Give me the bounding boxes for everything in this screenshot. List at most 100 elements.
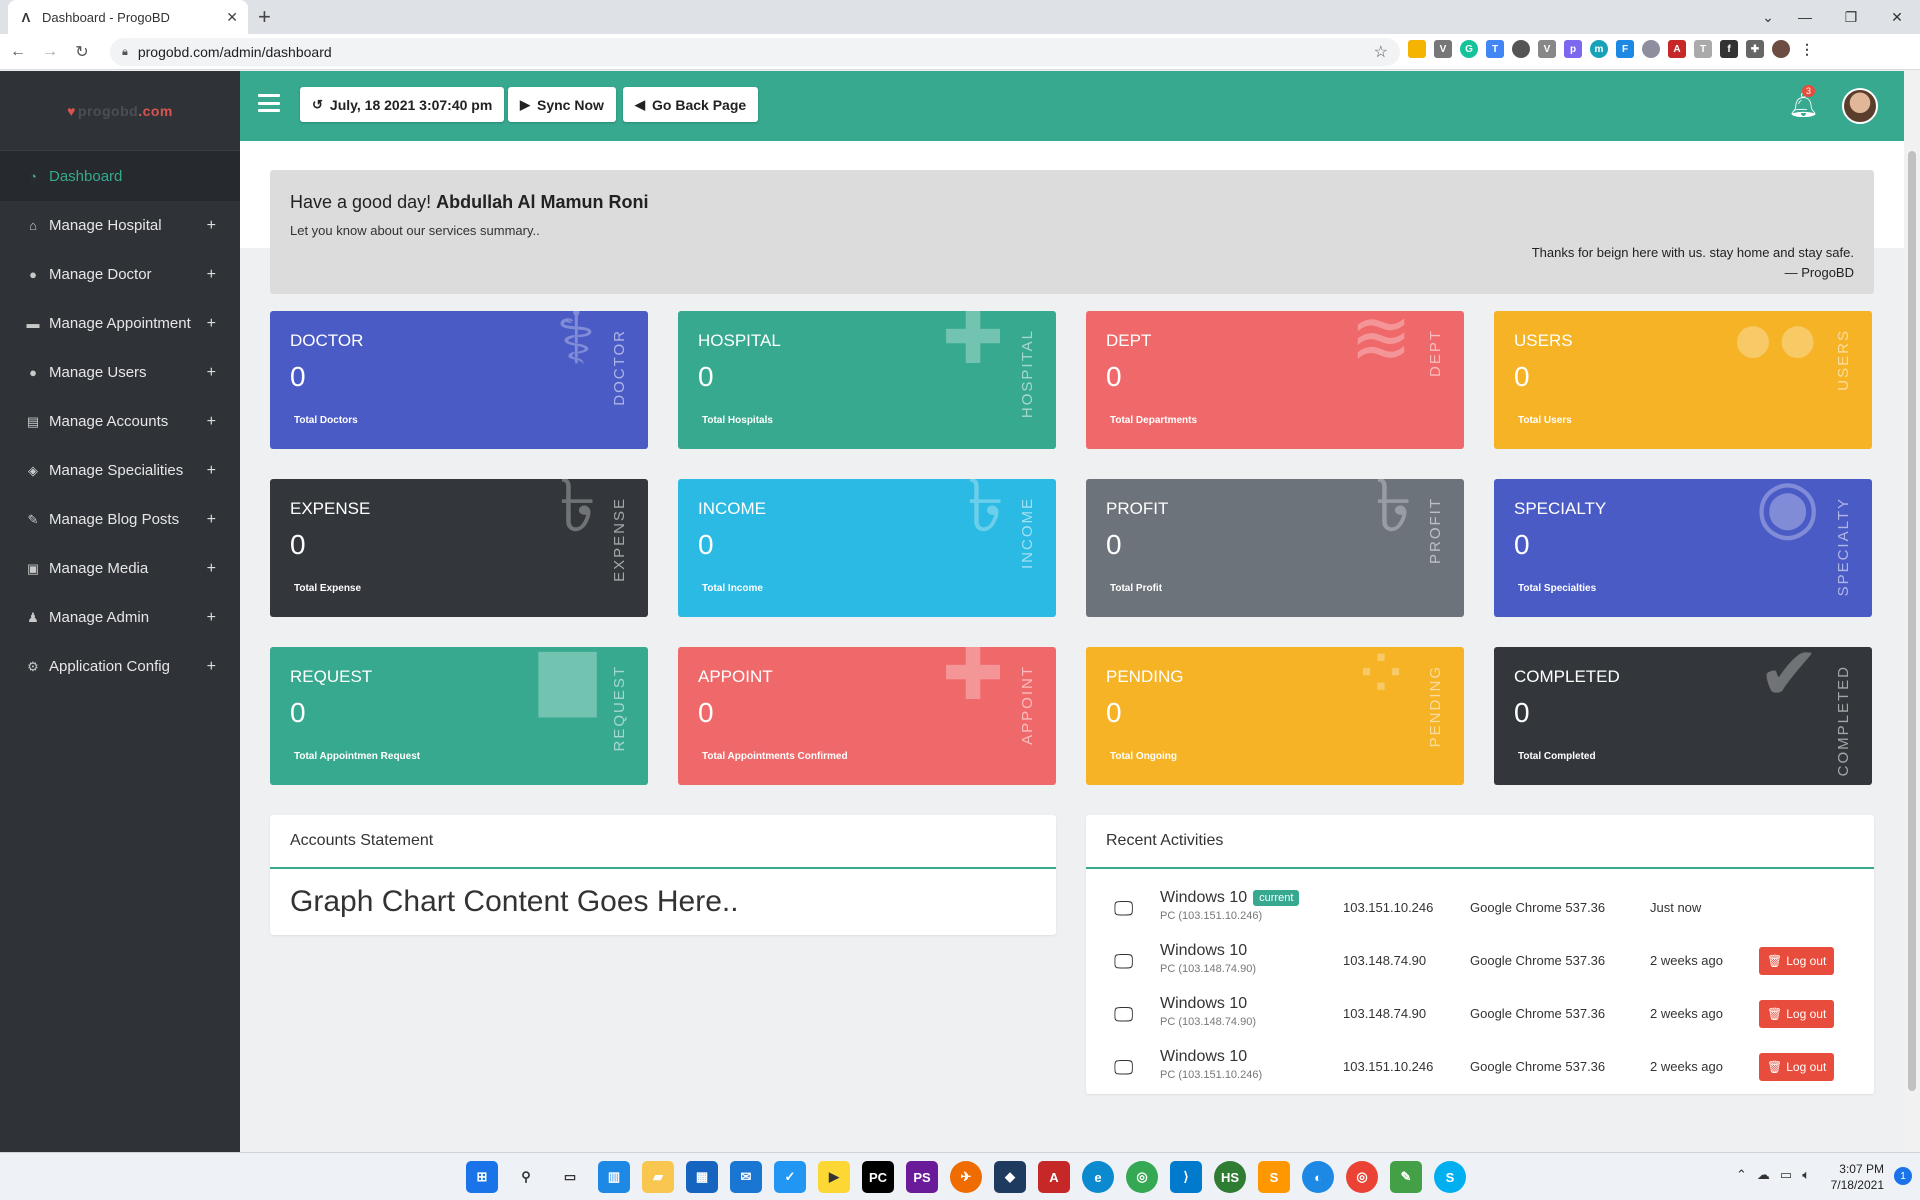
bookmark-star-icon[interactable]: ☆: [1374, 42, 1388, 62]
file-explorer-icon[interactable]: ▰: [642, 1161, 674, 1193]
page-scrollbar[interactable]: [1904, 71, 1920, 1152]
stat-card-appoint[interactable]: ✚ APPOINT 0 Total Appointments Confirmed…: [678, 647, 1056, 785]
expand-plus-icon[interactable]: +: [207, 560, 216, 578]
stat-card-doctor[interactable]: ⚕ DOCTOR 0 Total Doctors DOCTOR: [270, 311, 648, 449]
extension-icon[interactable]: V: [1538, 40, 1556, 58]
edge-icon[interactable]: e: [1082, 1161, 1114, 1193]
sidebar-item-manage-media[interactable]: ▣ Manage Media +: [0, 544, 240, 593]
notepad-icon[interactable]: ✎: [1390, 1161, 1422, 1193]
widgets-icon[interactable]: ▥: [598, 1161, 630, 1193]
extension-icon[interactable]: A: [1668, 40, 1686, 58]
sidebar-item-dashboard[interactable]: ◔ Dashboard: [0, 151, 240, 201]
profile-icon[interactable]: [1772, 40, 1790, 58]
expand-plus-icon[interactable]: +: [207, 511, 216, 529]
mysql-icon[interactable]: ◆: [994, 1161, 1026, 1193]
stat-card-specialty[interactable]: ◉ SPECIALTY 0 Total Specialties SPECIALT…: [1494, 479, 1872, 617]
puzzle-icon[interactable]: ✚: [1746, 40, 1764, 58]
sidebar-item-manage-specialities[interactable]: ◈ Manage Specialities +: [0, 446, 240, 495]
reload-icon[interactable]: ↻: [68, 42, 96, 62]
sidebar-item-manage-blog-posts[interactable]: ✎ Manage Blog Posts +: [0, 495, 240, 544]
new-tab-button[interactable]: +: [258, 4, 271, 30]
avatar[interactable]: [1842, 88, 1878, 124]
stat-card-request[interactable]: ▆ REQUEST 0 Total Appointmen Request REQ…: [270, 647, 648, 785]
expand-plus-icon[interactable]: +: [207, 658, 216, 676]
acrobat-icon[interactable]: A: [1038, 1161, 1070, 1193]
stat-card-pending[interactable]: ⁘ PENDING 0 Total Ongoing PENDING: [1086, 647, 1464, 785]
stat-card-hospital[interactable]: ✚ HOSPITAL 0 Total Hospitals HOSPITAL: [678, 311, 1056, 449]
expand-plus-icon[interactable]: +: [207, 364, 216, 382]
extension-icon[interactable]: T: [1486, 40, 1504, 58]
task-view-icon[interactable]: ▭: [554, 1161, 586, 1193]
sidebar-item-application-config[interactable]: ⚙ Application Config +: [0, 642, 240, 691]
firefox-icon[interactable]: ◐: [1302, 1161, 1334, 1193]
extension-icon[interactable]: F: [1616, 40, 1634, 58]
expand-plus-icon[interactable]: +: [207, 266, 216, 284]
cloud-icon[interactable]: ☁: [1757, 1167, 1770, 1183]
extension-icon[interactable]: [1408, 40, 1426, 58]
expand-plus-icon[interactable]: +: [207, 217, 216, 235]
expand-plus-icon[interactable]: +: [207, 609, 216, 627]
notification-center-badge[interactable]: 1: [1894, 1167, 1912, 1185]
extension-icon[interactable]: T: [1694, 40, 1712, 58]
sidebar-item-manage-admin[interactable]: ♟ Manage Admin +: [0, 593, 240, 642]
sidebar-item-manage-accounts[interactable]: ▤ Manage Accounts +: [0, 397, 240, 446]
close-window-button[interactable]: ✕: [1874, 9, 1920, 26]
logout-button[interactable]: 🗑︎ Log out: [1759, 1053, 1835, 1081]
go-back-button[interactable]: ◀ Go Back Page: [623, 87, 759, 122]
stat-card-expense[interactable]: ৳ EXPENSE 0 Total Expense EXPENSE: [270, 479, 648, 617]
extension-icon[interactable]: p: [1564, 40, 1582, 58]
browser-tab[interactable]: Λ Dashboard - ProgoBD ✕: [8, 0, 248, 34]
stat-card-profit[interactable]: ৳ PROFIT 0 Total Profit PROFIT: [1086, 479, 1464, 617]
address-bar[interactable]: 🔒︎ progobd.com/admin/dashboard ☆: [110, 38, 1400, 66]
heidisql-icon[interactable]: HS: [1214, 1161, 1246, 1193]
mail-icon[interactable]: ✉: [730, 1161, 762, 1193]
store-icon[interactable]: ▦: [686, 1161, 718, 1193]
vscode-icon[interactable]: ⟩: [1170, 1161, 1202, 1193]
tab-search-icon[interactable]: ⌄: [1754, 9, 1782, 26]
chevron-up-icon[interactable]: ⌃: [1736, 1167, 1747, 1183]
more-menu-icon[interactable]: ⋮: [1798, 40, 1816, 58]
search-icon[interactable]: ⚲: [510, 1161, 542, 1193]
network-icon[interactable]: ▭: [1780, 1167, 1792, 1183]
forward-arrow-icon[interactable]: →: [36, 43, 64, 61]
tab-close-icon[interactable]: ✕: [226, 9, 238, 26]
brand-logo[interactable]: ♥ progobd.com: [0, 71, 240, 151]
stat-card-income[interactable]: ৳ INCOME 0 Total Income INCOME: [678, 479, 1056, 617]
skype-icon[interactable]: S: [1434, 1161, 1466, 1193]
chrome-icon[interactable]: ◎: [1126, 1161, 1158, 1193]
taskbar-clock[interactable]: 3:07 PM 7/18/2021: [1831, 1161, 1884, 1193]
todo-icon[interactable]: ✓: [774, 1161, 806, 1193]
stat-card-completed[interactable]: ✔ COMPLETED 0 Total Completed COMPLETED: [1494, 647, 1872, 785]
stat-card-users[interactable]: ●● USERS 0 Total Users USERS: [1494, 311, 1872, 449]
expand-plus-icon[interactable]: +: [207, 413, 216, 431]
volume-icon[interactable]: 🔈︎: [1802, 1167, 1810, 1183]
expand-plus-icon[interactable]: +: [207, 315, 216, 333]
sidebar-item-manage-users[interactable]: ● Manage Users +: [0, 348, 240, 397]
pycharm-icon[interactable]: PC: [862, 1161, 894, 1193]
sidebar-item-manage-doctor[interactable]: ● Manage Doctor +: [0, 250, 240, 299]
stat-card-dept[interactable]: ≋ DEPT 0 Total Departments DEPT: [1086, 311, 1464, 449]
sidebar-item-manage-appointment[interactable]: ▬ Manage Appointment +: [0, 299, 240, 348]
logout-button[interactable]: 🗑︎ Log out: [1759, 947, 1835, 975]
sync-now-button[interactable]: ▶ Sync Now: [508, 87, 616, 122]
sublime-icon[interactable]: S: [1258, 1161, 1290, 1193]
scrollbar-thumb[interactable]: [1908, 151, 1916, 1091]
back-arrow-icon[interactable]: ←: [4, 43, 32, 61]
datetime-button[interactable]: ↺ July, 18 2021 3:07:40 pm: [300, 87, 505, 122]
minimize-button[interactable]: —: [1782, 9, 1828, 25]
logout-button[interactable]: 🗑︎ Log out: [1759, 1000, 1835, 1028]
phpstorm-icon[interactable]: PS: [906, 1161, 938, 1193]
extension-icon[interactable]: m: [1590, 40, 1608, 58]
notification-bell-icon[interactable]: 🔔︎ 3: [1788, 85, 1818, 120]
extension-icon[interactable]: G: [1460, 40, 1478, 58]
expand-plus-icon[interactable]: +: [207, 462, 216, 480]
extension-icon[interactable]: [1512, 40, 1530, 58]
hamburger-menu-icon[interactable]: [258, 94, 280, 112]
postman-icon[interactable]: ✈: [950, 1161, 982, 1193]
extension-icon[interactable]: f: [1720, 40, 1738, 58]
chrome-profile-icon[interactable]: ◎: [1346, 1161, 1378, 1193]
extension-icon[interactable]: V: [1434, 40, 1452, 58]
restore-button[interactable]: ❐: [1828, 9, 1874, 26]
extension-icon[interactable]: [1642, 40, 1660, 58]
windows-start-icon[interactable]: ⊞: [466, 1161, 498, 1193]
